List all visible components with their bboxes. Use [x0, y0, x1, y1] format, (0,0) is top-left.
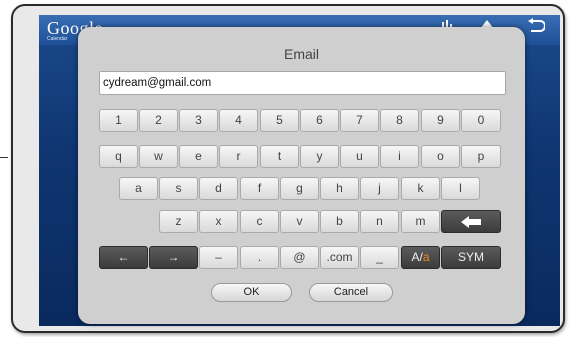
key-y[interactable]: y — [300, 145, 339, 168]
key-n[interactable]: n — [360, 210, 399, 233]
key-x[interactable]: x — [199, 210, 238, 233]
key-a[interactable]: a — [119, 177, 158, 200]
key-d[interactable]: d — [199, 177, 238, 200]
key-b[interactable]: b — [320, 210, 359, 233]
key-g[interactable]: g — [280, 177, 319, 200]
key-1[interactable]: 1 — [99, 109, 138, 132]
backspace-key[interactable] — [441, 210, 501, 233]
cancel-button[interactable]: Cancel — [309, 283, 393, 302]
key-u[interactable]: u — [340, 145, 379, 168]
key-6[interactable]: 6 — [300, 109, 339, 132]
key-underscore[interactable]: _ — [360, 246, 399, 269]
key-e[interactable]: e — [179, 145, 218, 168]
key-s[interactable]: s — [159, 177, 198, 200]
dialog-title: Email — [283, 46, 319, 62]
ok-button[interactable]: OK — [211, 283, 292, 302]
key-i[interactable]: i — [380, 145, 419, 168]
key-v[interactable]: v — [280, 210, 319, 233]
key-9[interactable]: 9 — [421, 109, 460, 132]
key-k[interactable]: k — [401, 177, 440, 200]
calendar-label: Calendar — [47, 36, 68, 42]
case-toggle-active: a — [422, 250, 430, 264]
key-c[interactable]: c — [240, 210, 279, 233]
key-q[interactable]: q — [99, 145, 138, 168]
symbol-key[interactable]: SYM — [441, 246, 501, 269]
cursor-left-key[interactable]: ← — [99, 246, 148, 269]
key-at[interactable]: @ — [280, 246, 319, 269]
backspace-arrow-icon — [461, 214, 481, 228]
device-frame: Google Calendar Email 1 2 3 4 5 6 7 8 9 … — [11, 4, 565, 333]
email-input-dialog: Email 1 2 3 4 5 6 7 8 9 0 q w e r t y u … — [78, 27, 525, 324]
key-7[interactable]: 7 — [340, 109, 379, 132]
key-m[interactable]: m — [401, 210, 440, 233]
key-8[interactable]: 8 — [380, 109, 419, 132]
key-r[interactable]: r — [219, 145, 258, 168]
key-f[interactable]: f — [240, 177, 279, 200]
key-5[interactable]: 5 — [260, 109, 299, 132]
key-dot[interactable]: . — [240, 246, 279, 269]
email-field[interactable] — [99, 71, 506, 95]
key-dash[interactable]: – — [199, 246, 238, 269]
cursor-right-key[interactable]: → — [149, 246, 198, 269]
key-w[interactable]: w — [139, 145, 178, 168]
annotation-pointer — [0, 157, 8, 158]
key-t[interactable]: t — [260, 145, 299, 168]
case-toggle-label: A/ — [411, 250, 423, 264]
back-icon[interactable] — [525, 18, 547, 40]
key-4[interactable]: 4 — [219, 109, 258, 132]
key-l[interactable]: l — [441, 177, 480, 200]
key-h[interactable]: h — [320, 177, 359, 200]
case-toggle-key[interactable]: A/a — [401, 246, 440, 269]
key-z[interactable]: z — [159, 210, 198, 233]
key-j[interactable]: j — [360, 177, 399, 200]
key-dotcom[interactable]: .com — [320, 246, 359, 269]
key-3[interactable]: 3 — [179, 109, 218, 132]
key-2[interactable]: 2 — [139, 109, 178, 132]
key-p[interactable]: p — [461, 145, 501, 168]
key-0[interactable]: 0 — [461, 109, 501, 132]
key-o[interactable]: o — [421, 145, 460, 168]
